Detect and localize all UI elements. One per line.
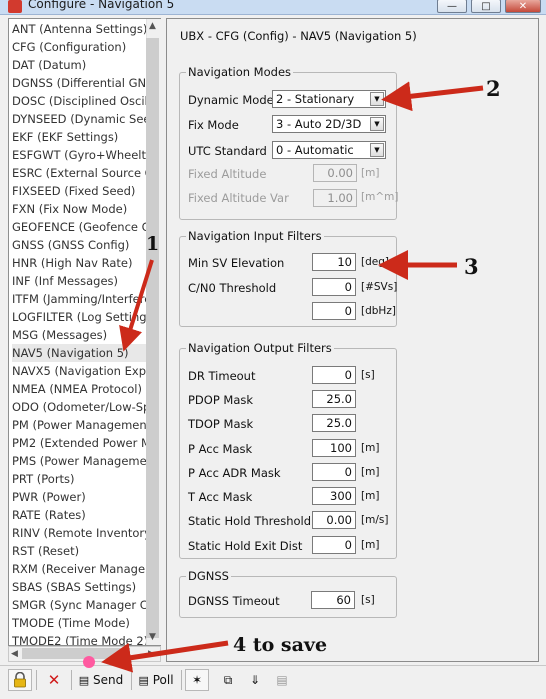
annotation-2: 2 (486, 76, 501, 101)
annotation-1: 1 (146, 233, 160, 255)
annotation-layer (83, 81, 484, 673)
click-marker-dot (83, 656, 95, 668)
annotation-3: 3 (464, 254, 479, 279)
arrow-to-dynamic-model (381, 81, 484, 112)
arrow-to-send-button (101, 640, 229, 673)
arrow-to-nav5 (119, 259, 154, 352)
annotation-4-to-save: 4 to save (233, 634, 328, 656)
